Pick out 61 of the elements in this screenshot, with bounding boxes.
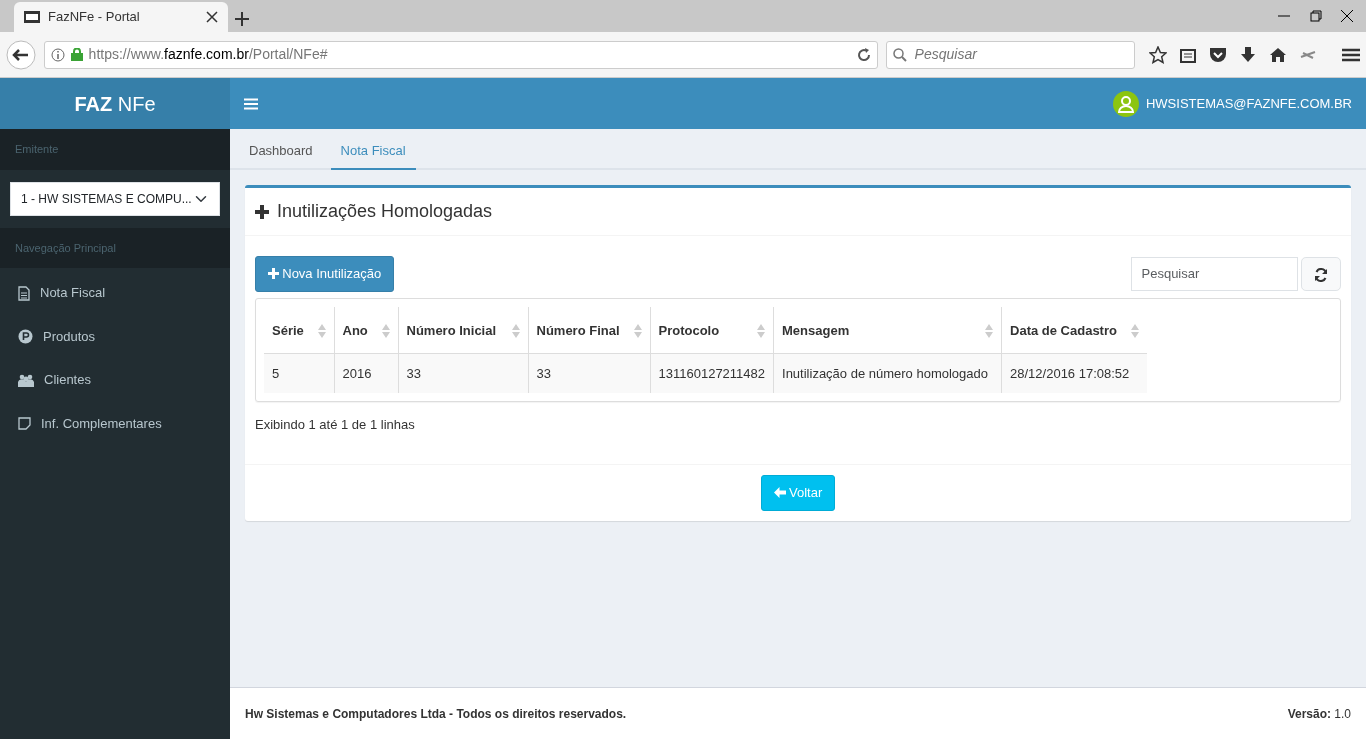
menu-icon[interactable] [1342,47,1360,62]
table-cell: Inutilização de número homologado [773,353,1002,393]
table-cell: 28/12/2016 17:08:52 [1001,353,1147,393]
version-text: Versão: 1.0 [1287,705,1351,723]
note-icon [18,417,31,430]
table-cell: 2016 [334,353,398,393]
browser-search-bar[interactable]: Pesquisar [885,40,1135,69]
nav-tab[interactable]: Dashboard [239,129,323,170]
search-field[interactable]: Pesquisar [1130,256,1298,291]
close-icon[interactable] [206,11,218,23]
clipboard-icon[interactable] [1180,46,1196,63]
table-cell: 5 [264,353,334,393]
download-icon[interactable] [1240,46,1256,63]
sidebar-item[interactable]: Inf. Complementares [0,401,230,446]
users-icon [18,373,34,387]
sidebar-item[interactable]: Nota Fiscal [0,271,230,315]
document-icon [18,285,30,301]
refresh-icon [1314,267,1328,282]
address-bar[interactable]: https://www.faznfe.com.br/Portal/NFe# [43,40,878,69]
url-text: https://www.faznfe.com.br/Portal/NFe# [88,45,329,64]
browser-tab[interactable]: FazNFe - Portal [14,2,228,32]
refresh-button[interactable] [1301,256,1341,291]
pagination-info: Exibindo 1 até 1 de 1 linhas [255,417,415,432]
product-icon [18,329,33,344]
tab-title: FazNFe - Portal [48,8,141,27]
column-header[interactable]: Número Inicial [398,307,528,353]
new-button[interactable]: Nova Inutilização [255,256,395,292]
reload-icon[interactable] [856,47,871,62]
table-cell: 33 [528,353,650,393]
home-icon[interactable] [1269,46,1287,63]
close-icon[interactable] [1341,10,1353,22]
section-heading: Emitente [15,143,59,155]
star-icon[interactable] [1149,45,1167,64]
sidebar-item[interactable]: Produtos [0,314,230,359]
plus-icon [255,204,269,219]
search-icon [892,47,907,62]
back-icon[interactable] [6,39,36,70]
user-avatar-icon [1113,90,1140,117]
column-header[interactable]: Ano [334,307,398,353]
restore-icon[interactable] [1309,10,1322,22]
user-email[interactable]: HWSISTEMAS@FAZNFE.COM.BR [1145,93,1352,114]
lock-icon [70,48,83,61]
column-header[interactable]: Número Final [528,307,650,353]
section-heading: Navegação Principal [15,241,116,254]
table-cell: 33 [398,353,528,393]
column-header[interactable]: Série [264,307,334,353]
column-header[interactable]: Mensagem [773,307,1002,353]
plus-icon [268,268,279,280]
column-header[interactable]: Data de Cadastro [1001,307,1147,353]
emitente-select[interactable]: 1 - HW SISTEMAS E COMPU... [10,181,220,216]
extension-icon[interactable] [1300,48,1316,61]
info-icon [50,47,65,62]
site-icon [24,11,40,23]
table-cell: 131160127211482 [650,353,774,393]
new-tab-icon[interactable] [234,11,249,26]
pocket-icon[interactable] [1209,46,1227,63]
copyright-text: Hw Sistemas e Computadores Ltda - Todos os direitos reservados. [245,705,627,723]
panel-title: Inutilizações Homologadas [277,200,493,223]
column-header[interactable]: Protocolo [650,307,774,353]
arrow-left-icon [773,487,786,499]
sidebar-item[interactable]: Clientes [0,358,230,402]
